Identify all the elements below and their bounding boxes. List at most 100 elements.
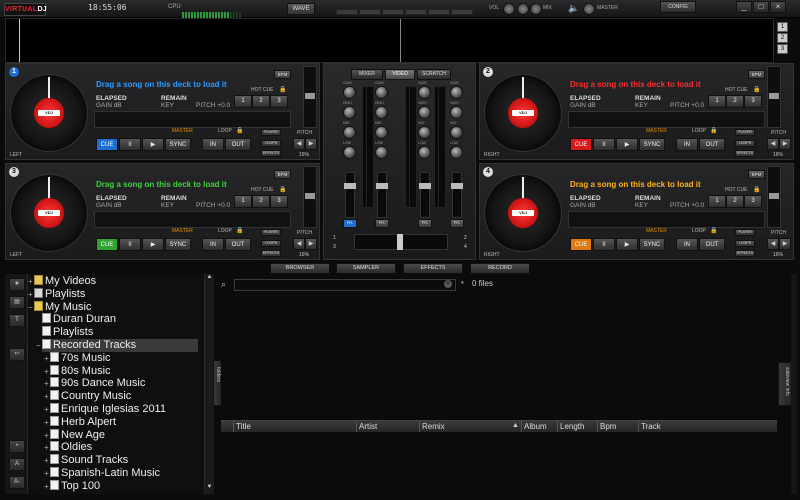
layout-button-3[interactable]: 3 [777,44,788,54]
sync-button[interactable]: SYNC [639,138,665,151]
tab-scratch[interactable]: SCRATCH [417,69,451,80]
tree-item[interactable]: My Videos [34,275,96,288]
favorites-icon[interactable]: ★ [9,278,25,291]
tree-item[interactable]: Country Music [50,390,131,403]
column-album[interactable]: Album [521,421,547,432]
eq-knob[interactable] [418,146,431,159]
waveform-display[interactable] [5,18,774,63]
tree-expander-icon[interactable]: + [44,379,49,388]
effects-button[interactable]: EFFECTS [261,150,281,157]
file-list[interactable] [221,293,777,487]
eq-knob[interactable] [343,86,356,99]
loops-button[interactable]: LOOPS [261,240,281,247]
pitch-right-arrow-icon[interactable]: ▶ [779,238,791,250]
tree-expander-icon[interactable]: + [44,354,49,363]
minimize-button[interactable]: _ [736,1,752,13]
tab-effects[interactable]: EFFECTS [403,263,463,274]
maximize-button[interactable]: □ [753,1,769,13]
channel-volume-fader[interactable] [419,172,431,218]
eq-knob[interactable] [418,126,431,139]
cue-button[interactable]: CUE [96,138,118,151]
player-button[interactable]: PLAYER [261,129,281,136]
channel-volume-fader[interactable] [451,172,463,218]
tree-item[interactable]: 80s Music [50,364,111,378]
clear-search-icon[interactable]: × [444,280,452,288]
eq-knob[interactable] [375,146,388,159]
pitch-slider[interactable] [303,166,317,228]
master-volume-knob[interactable] [583,3,595,15]
player-button[interactable]: PLAYER [735,129,755,136]
jog-wheel[interactable]: VDJ [484,74,562,152]
cue-button[interactable]: CUE [570,238,592,251]
loop-out-button[interactable]: OUT [225,138,251,151]
scroll-down-icon[interactable]: ▼ [206,484,213,491]
pitch-left-arrow-icon[interactable]: ◀ [767,238,779,250]
column-title[interactable]: Title [233,421,251,432]
eq-knob[interactable] [343,106,356,119]
sync-button[interactable]: SYNC [165,138,191,151]
tree-expander-icon[interactable]: + [44,367,49,376]
tree-item[interactable]: Enrique Iglesias 2011 [50,403,166,416]
loops-button[interactable]: LOOPS [735,140,755,147]
tree-expander-icon[interactable]: + [44,405,49,414]
eq-knob[interactable] [343,146,356,159]
hot-cue-1-button[interactable]: 1 [708,95,726,108]
eq-knob[interactable] [450,106,463,119]
right-scrollbar[interactable] [791,274,797,494]
tree-expander-icon[interactable]: + [44,392,49,401]
play-button[interactable]: ▶ [142,138,164,151]
list-view-icon[interactable]: ▤ [9,296,25,309]
eq-knob[interactable] [450,126,463,139]
deck-number[interactable]: 3 [9,167,19,177]
wave-button[interactable]: WAVE [287,3,315,15]
column-track[interactable]: Track [638,421,661,432]
loops-button[interactable]: LOOPS [735,240,755,247]
play-button[interactable]: ▶ [616,138,638,151]
pitch-right-arrow-icon[interactable]: ▶ [779,138,791,150]
sync-button[interactable]: SYNC [639,238,665,251]
headphone-icon[interactable] [503,3,515,15]
pitch-right-arrow-icon[interactable]: ▶ [305,238,317,250]
bpm-button[interactable]: BPM [748,170,765,179]
layout-button-2[interactable]: 2 [777,33,788,43]
eq-knob[interactable] [343,126,356,139]
column-artist[interactable]: Artist [356,421,377,432]
hot-cue-2-button[interactable]: 2 [252,95,270,108]
tab-mixer[interactable]: MIXER [351,69,383,80]
hot-cue-1-button[interactable]: 1 [708,195,726,208]
loop-in-button[interactable]: IN [202,138,224,151]
tree-expander-icon[interactable]: + [44,418,49,427]
effects-button[interactable]: EFFECTS [735,150,755,157]
play-button[interactable]: ▶ [616,238,638,251]
vol-knob[interactable] [517,3,529,15]
eq-knob[interactable] [375,106,388,119]
tree-item[interactable]: 90s Dance Music [50,377,145,390]
hot-cue-3-button[interactable]: 3 [270,95,288,108]
pfl-button[interactable]: PFL [450,219,464,228]
hot-cue-2-button[interactable]: 2 [726,95,744,108]
hot-cue-3-button[interactable]: 3 [744,195,762,208]
channel-volume-fader[interactable] [344,172,356,218]
tree-item[interactable]: New Age [50,428,105,442]
tree-expander-icon[interactable]: + [44,456,49,465]
pitch-right-arrow-icon[interactable]: ▶ [305,138,317,150]
pfl-button[interactable]: PFL [418,219,432,228]
player-button[interactable]: PLAYER [261,229,281,236]
pfl-button[interactable]: PFL [343,219,357,228]
deck-number[interactable]: 2 [483,67,493,77]
search-input[interactable] [234,279,456,291]
tree-expander-icon[interactable]: + [44,443,49,452]
eq-knob[interactable] [418,106,431,119]
scroll-up-icon[interactable]: ▲ [206,274,213,281]
hot-cue-3-button[interactable]: 3 [744,95,762,108]
tree-expander-icon[interactable]: + [44,469,49,478]
loop-out-button[interactable]: OUT [699,138,725,151]
tree-item[interactable]: Spanish-Latin Music [50,467,160,480]
bpm-button[interactable]: BPM [748,70,765,79]
tree-expander-icon[interactable]: + [28,290,33,299]
loop-in-button[interactable]: IN [676,238,698,251]
tree-item[interactable]: My Music [34,300,91,314]
font-larger-icon[interactable]: A [9,458,25,471]
pitch-left-arrow-icon[interactable]: ◀ [767,138,779,150]
tab-sampler[interactable]: SAMPLER [336,263,396,274]
